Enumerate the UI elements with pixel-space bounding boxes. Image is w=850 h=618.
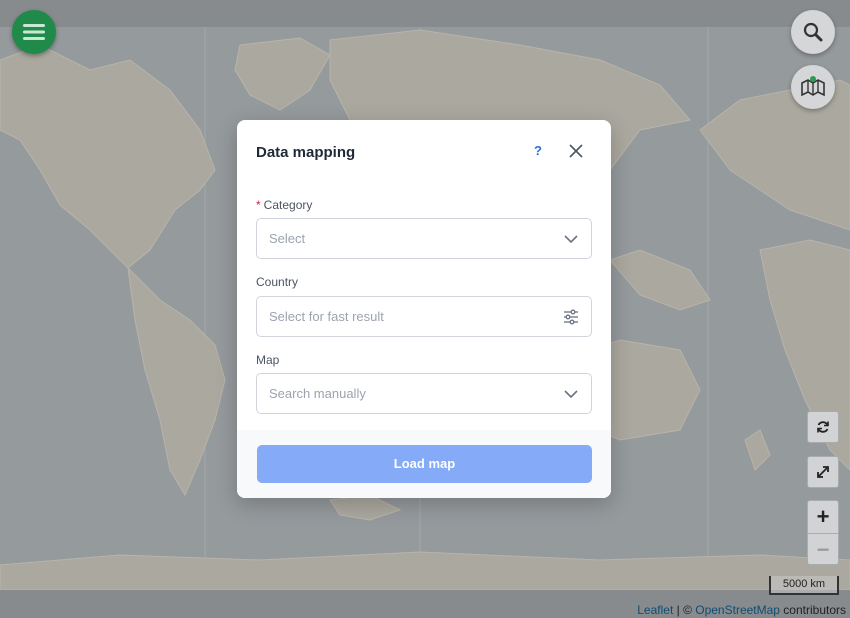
map-label: Map: [256, 353, 280, 367]
map-placeholder: Search manually: [269, 386, 366, 401]
map-scale-bar: 5000 km: [769, 576, 839, 595]
fullscreen-button[interactable]: [807, 456, 839, 488]
map-select[interactable]: Search manually: [256, 373, 592, 414]
zoom-out-button[interactable]: −: [808, 533, 838, 565]
filter-sliders-icon[interactable]: [563, 309, 579, 325]
category-placeholder: Select: [269, 231, 306, 246]
map-layers-icon: [801, 76, 825, 97]
openstreetmap-link[interactable]: OpenStreetMap: [695, 603, 780, 617]
hamburger-icon: [23, 24, 45, 40]
load-map-button[interactable]: Load map: [257, 445, 592, 483]
close-icon[interactable]: [567, 142, 585, 160]
country-label: Country: [256, 275, 299, 289]
refresh-button[interactable]: [807, 411, 839, 443]
category-label-text: Category: [263, 198, 313, 212]
refresh-icon: [817, 421, 829, 433]
help-button[interactable]: ?: [534, 143, 542, 158]
data-mapping-dialog: Data mapping ? * Category Select Country …: [237, 120, 611, 498]
attribution-separator: | ©: [673, 603, 696, 617]
country-placeholder: Select for fast result: [269, 309, 384, 324]
zoom-in-button[interactable]: +: [808, 501, 838, 533]
category-label: * Category: [256, 198, 312, 212]
dialog-footer: Load map: [237, 430, 611, 498]
search-icon: [803, 22, 823, 42]
category-select[interactable]: Select: [256, 218, 592, 259]
chevron-down-icon: [564, 235, 578, 244]
required-mark: *: [256, 198, 261, 212]
map-attribution: Leaflet | © OpenStreetMap contributors: [637, 603, 846, 617]
main-menu-button[interactable]: [12, 10, 56, 54]
zoom-control: + −: [807, 500, 839, 565]
attribution-suffix: contributors: [779, 603, 846, 617]
chevron-down-icon: [564, 390, 578, 399]
search-button[interactable]: [791, 10, 835, 54]
dialog-title: Data mapping: [256, 144, 356, 161]
expand-icon: [817, 466, 829, 478]
map-layers-button[interactable]: [791, 65, 835, 109]
leaflet-link[interactable]: Leaflet: [637, 603, 673, 617]
country-input[interactable]: Select for fast result: [256, 296, 592, 337]
